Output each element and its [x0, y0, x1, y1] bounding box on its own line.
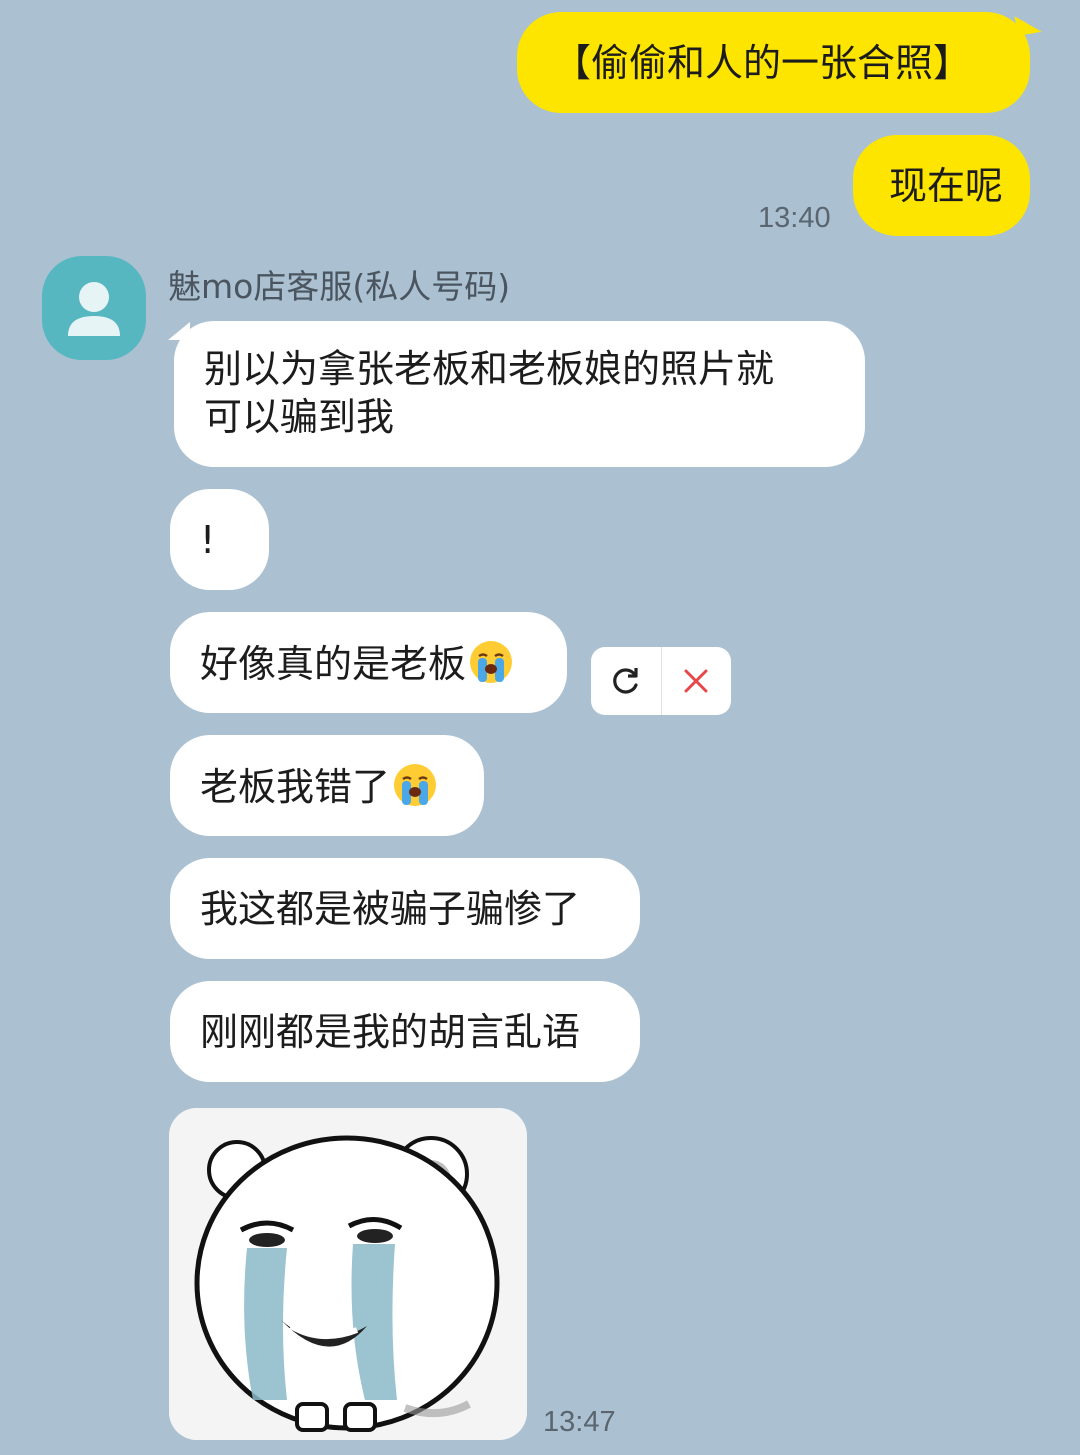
incoming-message-bubble[interactable]: ! [170, 489, 269, 590]
incoming-message-bubble[interactable]: 好像真的是老板 [170, 612, 567, 713]
message-text: 现在呢 [889, 164, 1004, 208]
message-timestamp: 13:47 [543, 1406, 616, 1438]
outgoing-message-bubble[interactable]: 现在呢 [853, 135, 1030, 236]
message-text: 老板我错了 [200, 765, 391, 809]
incoming-message-bubble[interactable]: 刚刚都是我的胡言乱语 [170, 981, 640, 1082]
retry-send-button[interactable] [591, 647, 661, 715]
close-icon [684, 669, 708, 693]
bubble-tail [1014, 12, 1042, 36]
sticker-message[interactable] [169, 1108, 527, 1440]
message-text: ! [200, 518, 216, 562]
loudly-crying-face-icon [470, 641, 513, 683]
outgoing-message-bubble[interactable]: 【偷偷和人的一张合照】 [517, 12, 1030, 113]
message-text: 我这都是被骗子骗惨了 [200, 887, 581, 931]
contact-avatar[interactable] [42, 256, 146, 360]
message-timestamp: 13:40 [758, 202, 831, 234]
crying-bear-sticker-icon [169, 1108, 527, 1440]
sender-name: 魅mo店客服(私人号码) [168, 267, 511, 306]
incoming-message-bubble[interactable]: 老板我错了 [170, 735, 484, 836]
message-text: 【偷偷和人的一张合照】 [553, 41, 972, 85]
refresh-icon [612, 668, 638, 694]
delete-message-button[interactable] [662, 647, 732, 715]
incoming-message-bubble[interactable]: 我这都是被骗子骗惨了 [170, 858, 640, 959]
message-text: 好像真的是老板 [200, 642, 467, 686]
failed-message-actions [591, 647, 731, 715]
message-text-line: 可以骗到我 [204, 395, 395, 439]
person-icon [68, 282, 120, 336]
incoming-message-bubble[interactable]: 别以为拿张老板和老板娘的照片就 可以骗到我 [174, 321, 865, 467]
message-text-line: 别以为拿张老板和老板娘的照片就 [204, 347, 775, 391]
message-text: 刚刚都是我的胡言乱语 [200, 1010, 581, 1054]
loudly-crying-face-icon [394, 764, 437, 806]
